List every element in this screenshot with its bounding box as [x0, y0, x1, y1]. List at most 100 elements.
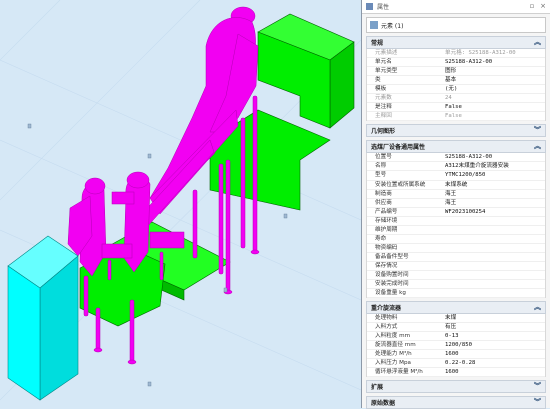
- property-name: 设备重量 kg: [375, 290, 406, 297]
- property-value[interactable]: A312末煤重介旋流器安装: [441, 162, 545, 170]
- property-row[interactable]: 循环悬浮液量 M³/h 1600: [367, 368, 545, 378]
- property-name: 是注释: [375, 104, 392, 111]
- property-name: 安装完成时间: [375, 281, 409, 288]
- property-value[interactable]: [441, 244, 545, 252]
- chevron-down-icon[interactable]: ︾: [534, 397, 541, 408]
- property-value[interactable]: [441, 253, 545, 261]
- property-value[interactable]: S25188-A312-00: [441, 153, 545, 161]
- property-row[interactable]: 型号 YTMC1200/850: [367, 171, 545, 181]
- property-value[interactable]: [441, 235, 545, 243]
- property-row[interactable]: 入料方式 有压: [367, 323, 545, 333]
- property-row[interactable]: 元素描述 单元格: S25188-A312-00: [367, 49, 545, 59]
- panel-title: 属性: [377, 4, 390, 11]
- property-name: 旋流器直径 mm: [375, 342, 416, 349]
- property-row[interactable]: 供应商 海王: [367, 199, 545, 208]
- property-value[interactable]: 1200/850: [441, 341, 545, 349]
- model-view[interactable]: [0, 0, 361, 408]
- pin-icon[interactable]: ▫: [528, 2, 536, 10]
- property-value[interactable]: [441, 262, 545, 270]
- property-name: 位置号: [375, 154, 392, 161]
- property-value[interactable]: [441, 271, 545, 279]
- general-rows: 元素描述 单元格: S25188-A312-00 单元名 S25188-A312-00…: [366, 49, 546, 122]
- property-row[interactable]: 名称 A312末煤重介旋流器安装: [367, 162, 545, 172]
- property-name: 备品备件型号: [375, 253, 409, 260]
- property-row[interactable]: 存储环境: [367, 217, 545, 226]
- section-general-title: 常规: [371, 40, 384, 47]
- property-value[interactable]: (无): [441, 85, 545, 93]
- property-row[interactable]: 单元名 S25188-A312-00: [367, 58, 545, 68]
- section-general-header[interactable]: 常规 ︽: [366, 36, 546, 49]
- property-row[interactable]: 单元类型 图形: [367, 67, 545, 77]
- property-value[interactable]: 基本: [441, 76, 545, 84]
- property-row[interactable]: 安装完成时间: [367, 280, 545, 290]
- property-value[interactable]: YTMC1200/850: [441, 171, 545, 179]
- property-name: 处理物料: [375, 315, 398, 322]
- property-value[interactable]: 末煤: [441, 314, 545, 322]
- property-value[interactable]: False: [441, 103, 545, 111]
- property-value[interactable]: [441, 226, 545, 234]
- property-value[interactable]: 海王: [441, 199, 545, 207]
- property-value[interactable]: 0.22-0.28: [441, 359, 545, 367]
- property-value[interactable]: 24: [441, 94, 545, 102]
- chevron-down-icon[interactable]: ︾: [534, 125, 541, 136]
- property-value[interactable]: [441, 280, 545, 288]
- property-row[interactable]: 设备重量 kg: [367, 289, 545, 299]
- element-selector[interactable]: 元素 (1): [366, 17, 546, 33]
- property-name: 元素数: [375, 95, 392, 102]
- property-row[interactable]: 处理物料 末煤: [367, 314, 545, 324]
- property-row[interactable]: 设备购置时间: [367, 271, 545, 281]
- property-row[interactable]: 模板 (无): [367, 85, 545, 95]
- property-value[interactable]: False: [441, 112, 545, 120]
- property-row[interactable]: 寿命: [367, 235, 545, 244]
- property-name: 入料压力 Mpa: [375, 360, 411, 367]
- property-row[interactable]: 处理能力 M³/h 1600: [367, 350, 545, 360]
- property-value[interactable]: 图形: [441, 67, 545, 75]
- section-factory-header[interactable]: 选煤厂设备通用属性 ︽: [366, 140, 546, 154]
- panel-titlebar: 属性 ▫ ×: [362, 0, 550, 14]
- property-name: 产品编号: [375, 208, 398, 215]
- property-row[interactable]: 入料压力 Mpa 0.22-0.28: [367, 359, 545, 369]
- property-value[interactable]: WF2023100254: [441, 208, 545, 216]
- chevron-up-icon[interactable]: ︽: [534, 37, 541, 48]
- section-extension-header[interactable]: 扩展 ︾: [366, 380, 546, 394]
- chevron-up-icon[interactable]: ︽: [534, 141, 541, 152]
- property-value[interactable]: 末煤系统: [441, 181, 545, 189]
- property-row[interactable]: 安装位置或所属系统 末煤系统: [367, 181, 545, 190]
- property-value[interactable]: 1600: [441, 368, 545, 376]
- property-row[interactable]: 制造商 海王: [367, 190, 545, 199]
- property-row[interactable]: 元素数 24: [367, 94, 545, 104]
- property-row[interactable]: 是注释 False: [367, 103, 545, 113]
- property-value[interactable]: 0-13: [441, 332, 545, 340]
- property-row[interactable]: 维护周期: [367, 226, 545, 235]
- property-value[interactable]: 单元格: S25188-A312-00: [441, 49, 545, 57]
- property-value[interactable]: 1600: [441, 350, 545, 358]
- section-geometry-header[interactable]: 几何图形 ︾: [366, 124, 546, 138]
- property-name: 型号: [375, 172, 387, 179]
- property-name: 入料粒度 mm: [375, 333, 411, 340]
- property-row[interactable]: 产品编号 WF2023100254: [367, 208, 545, 217]
- property-row[interactable]: 位置号 S25188-A312-00: [367, 153, 545, 163]
- property-value[interactable]: [441, 289, 545, 297]
- property-row[interactable]: 入料粒度 mm 0-13: [367, 332, 545, 342]
- property-value[interactable]: [441, 217, 545, 225]
- property-row[interactable]: 备品备件型号: [367, 253, 545, 262]
- section-raw-header[interactable]: 原始数据 ︾: [366, 396, 546, 409]
- section-raw: 原始数据 ︾: [366, 396, 546, 409]
- close-icon[interactable]: ×: [539, 2, 547, 10]
- property-row[interactable]: 保存情况: [367, 262, 545, 271]
- property-name: 循环悬浮液量 M³/h: [375, 369, 423, 376]
- section-cyclone-header[interactable]: 重介旋流器 ︽: [366, 301, 546, 315]
- property-value[interactable]: 有压: [441, 323, 545, 331]
- chevron-up-icon[interactable]: ︽: [534, 302, 541, 313]
- section-geometry-title: 几何图形: [371, 128, 396, 136]
- property-row[interactable]: 类 基本: [367, 76, 545, 86]
- property-name: 寿命: [375, 235, 387, 242]
- properties-panel: 属性 ▫ × 元素 (1) 常规 ︽ 元素描述 单元格: S25188-A312-…: [361, 0, 550, 409]
- section-raw-title: 原始数据: [371, 400, 396, 408]
- property-value[interactable]: S25188-A312-00: [441, 58, 545, 66]
- property-row[interactable]: 主释回 False: [367, 112, 545, 122]
- property-value[interactable]: 海王: [441, 190, 545, 198]
- chevron-down-icon[interactable]: ︾: [534, 381, 541, 392]
- property-row[interactable]: 物资编码: [367, 244, 545, 253]
- property-row[interactable]: 旋流器直径 mm 1200/850: [367, 341, 545, 351]
